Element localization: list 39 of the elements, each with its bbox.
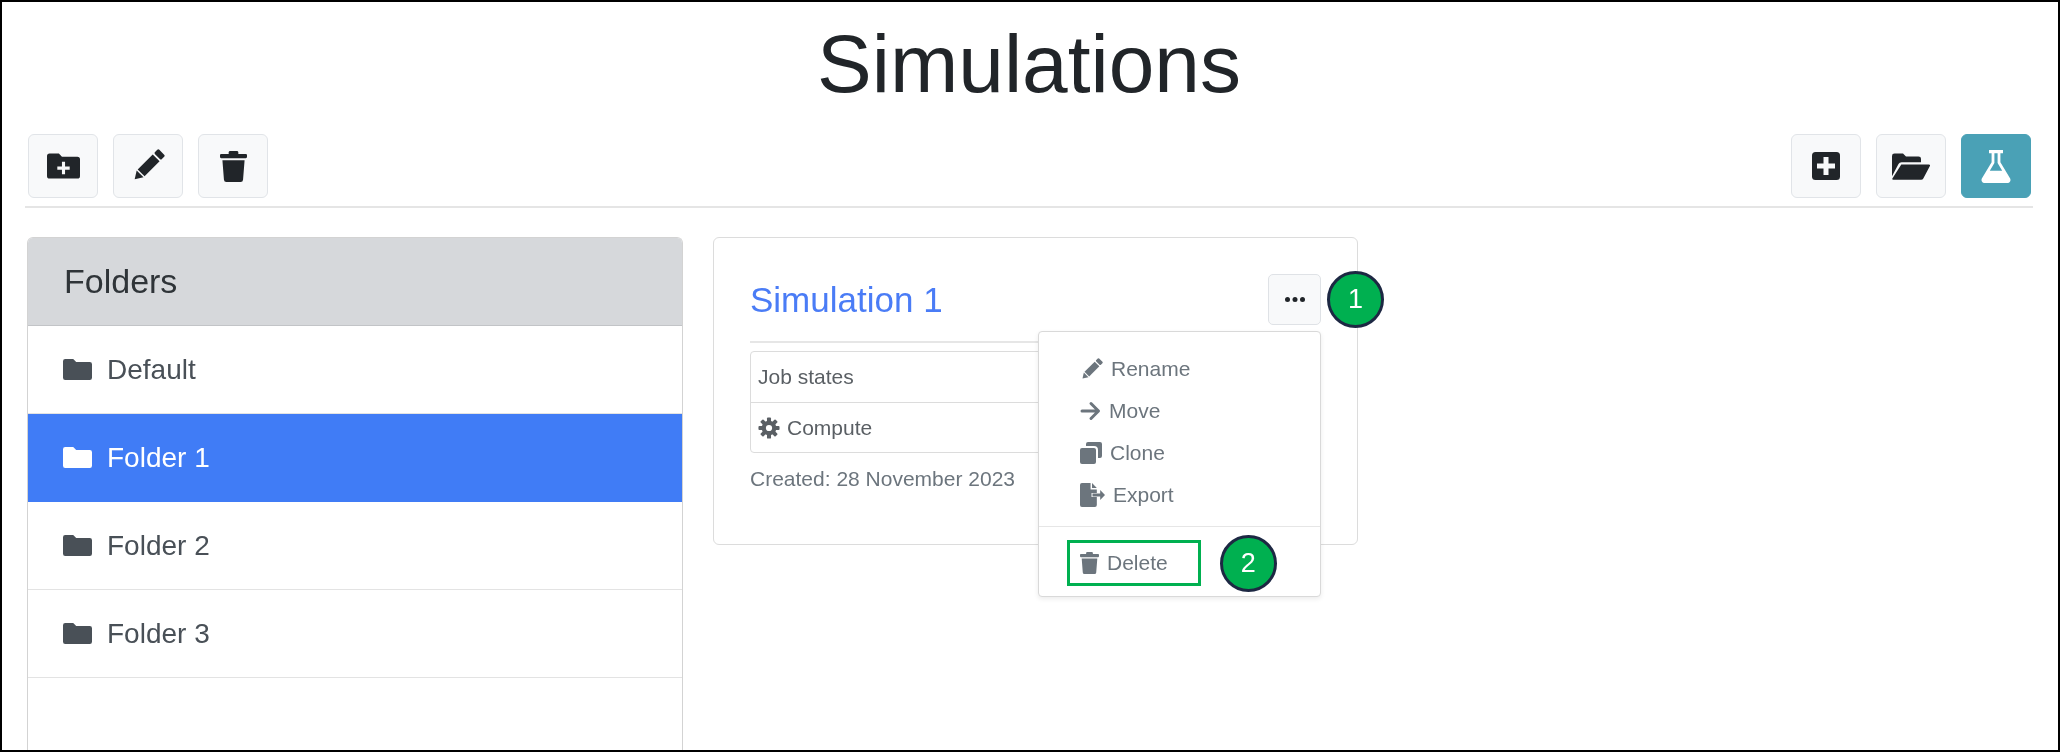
folder-icon [63,359,92,380]
edit-button[interactable] [113,134,183,198]
menu-item[interactable]: Rename [1067,348,1224,390]
folder-item[interactable]: Folder 3 [28,590,682,678]
more-button[interactable] [1268,274,1321,325]
file-arrow-icon [1080,483,1105,507]
job-state-label: Compute [787,415,873,440]
job-states-heading: Job states [758,365,854,389]
ellipsis-icon [1284,297,1305,302]
folder-icon [63,447,92,468]
trash-icon [1080,552,1099,574]
folder-icon [1892,152,1930,180]
flask-button[interactable] [1961,134,2031,198]
add-button[interactable] [1791,134,1861,198]
new-folder-button[interactable] [28,134,98,198]
menu-item[interactable]: Move [1067,390,1194,432]
page-title: Simulations [816,17,1242,111]
folder-plus-icon [46,153,80,179]
folder-icon [63,535,92,556]
delete-button[interactable] [198,134,268,198]
pencil-icon [1080,357,1103,381]
gear-icon [758,416,780,439]
menu-item[interactable]: Clone [1067,432,1198,474]
menu-item[interactable]: Delete [1067,540,1201,586]
folder-item[interactable]: Folder 1 [28,414,682,502]
flask-icon [1981,149,2011,183]
plus-square-icon [1812,152,1840,180]
open-button[interactable] [1876,134,1946,198]
trash-icon [219,150,247,182]
menu-item[interactable]: Export [1067,474,1207,516]
step-marker: 2 [1219,535,1277,592]
panel-title: Folders [64,262,178,301]
arrow-right-icon [1080,401,1101,421]
simulation-title-link[interactable]: Simulation 1 [750,279,943,320]
copy-icon [1080,442,1102,464]
created-date: Created: 28 November 2023 [750,466,1015,492]
folder-item[interactable]: Folder 2 [28,502,682,590]
step-marker: 1 [1327,271,1384,328]
folder-icon [63,623,92,644]
